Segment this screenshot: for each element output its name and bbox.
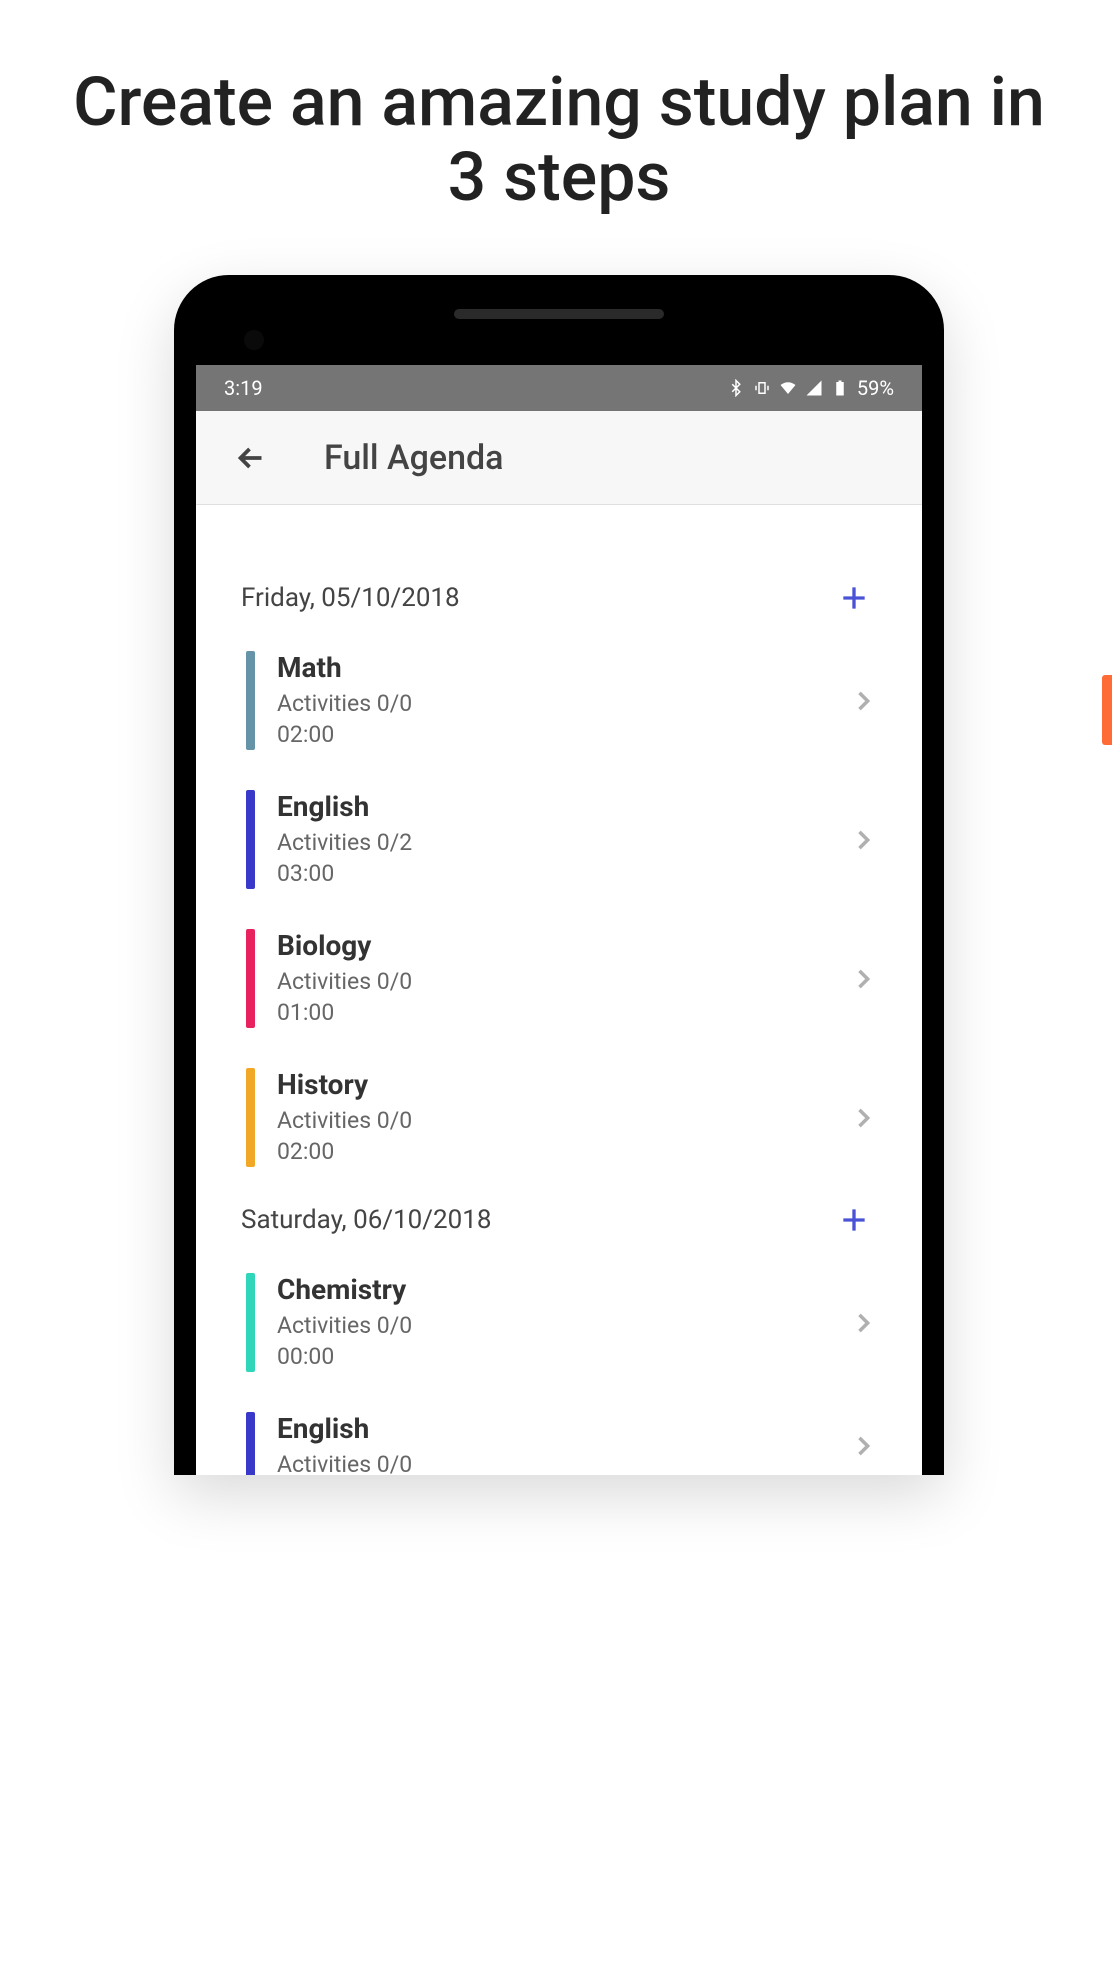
subject-info: Biology Activities 0/0 01:00 [277,929,849,1028]
subject-activities: Activities 0/0 [277,1310,849,1341]
add-button[interactable] [831,575,877,621]
status-time: 3:19 [224,376,263,400]
chevron-right-icon [849,826,877,854]
status-bar: 3:19 59% [196,365,922,411]
day-label: Friday, 05/10/2018 [241,583,460,613]
subject-info: History Activities 0/0 02:00 [277,1068,849,1167]
phone-frame: 3:19 59% Full Agenda Friday, 05/10/2018 [174,275,944,1475]
subject-duration: 02:00 [277,719,849,750]
phone-screen: 3:19 59% Full Agenda Friday, 05/10/2018 [196,365,922,1475]
chevron-right-icon [849,1104,877,1132]
phone-speaker [454,309,664,319]
subject-row-history[interactable]: History Activities 0/0 02:00 [196,1048,922,1187]
battery-percent: 59% [857,376,894,400]
subject-name: Biology [277,929,849,962]
subject-activities: Activities 0/2 [277,827,849,858]
subject-color-bar [246,1068,255,1167]
cell-signal-icon [805,379,823,397]
subject-info: English Activities 0/2 03:00 [277,790,849,889]
subject-color-bar [246,929,255,1028]
subject-activities: Activities 0/0 [277,1105,849,1136]
subject-info: English Activities 0/0 [277,1412,849,1475]
agenda-content: Friday, 05/10/2018 Math Activities 0/0 0… [196,505,922,1475]
subject-color-bar [246,790,255,889]
chevron-right-icon [849,965,877,993]
subject-activities: Activities 0/0 [277,966,849,997]
subject-duration: 03:00 [277,858,849,889]
status-icons: 59% [727,376,894,400]
chevron-right-icon [849,1309,877,1337]
subject-name: History [277,1068,849,1101]
plus-icon [838,582,870,614]
day-label: Saturday, 06/10/2018 [241,1205,491,1235]
app-bar: Full Agenda [196,411,922,505]
phone-camera [244,330,264,350]
bluetooth-icon [727,379,745,397]
subject-row-math[interactable]: Math Activities 0/0 02:00 [196,631,922,770]
vibrate-icon [753,379,771,397]
add-button[interactable] [831,1197,877,1243]
side-orange-tab [1102,675,1112,745]
wifi-icon [779,379,797,397]
arrow-left-icon [233,440,269,476]
subject-name: Math [277,651,849,684]
subject-row-english[interactable]: English Activities 0/2 03:00 [196,770,922,909]
subject-name: English [277,1412,849,1445]
subject-duration: 02:00 [277,1136,849,1167]
subject-color-bar [246,1273,255,1372]
page-title: Full Agenda [324,438,504,478]
day-header: Friday, 05/10/2018 [196,565,922,631]
chevron-right-icon [849,687,877,715]
chevron-right-icon [849,1432,877,1460]
subject-color-bar [246,651,255,750]
subject-name: English [277,790,849,823]
battery-icon [831,379,849,397]
subject-activities: Activities 0/0 [277,688,849,719]
marketing-headline: Create an amazing study plan in 3 steps [0,0,1118,275]
subject-row-chemistry[interactable]: Chemistry Activities 0/0 00:00 [196,1253,922,1392]
plus-icon [838,1204,870,1236]
subject-row-biology[interactable]: Biology Activities 0/0 01:00 [196,909,922,1048]
subject-color-bar [246,1412,255,1475]
subject-info: Math Activities 0/0 02:00 [277,651,849,750]
subject-name: Chemistry [277,1273,849,1306]
day-header: Saturday, 06/10/2018 [196,1187,922,1253]
subject-row-english2[interactable]: English Activities 0/0 [196,1392,922,1475]
subject-info: Chemistry Activities 0/0 00:00 [277,1273,849,1372]
subject-activities: Activities 0/0 [277,1449,849,1475]
back-button[interactable] [226,433,276,483]
subject-duration: 00:00 [277,1341,849,1372]
subject-duration: 01:00 [277,997,849,1028]
